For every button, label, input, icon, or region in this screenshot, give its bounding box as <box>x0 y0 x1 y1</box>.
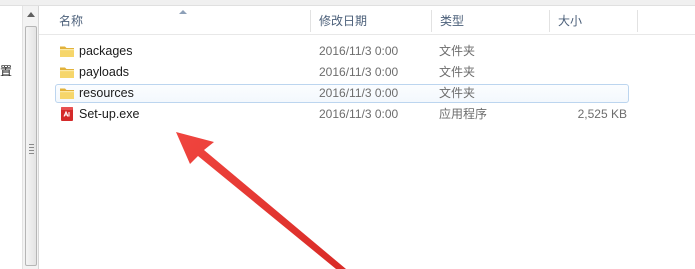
file-row-resources[interactable]: resources 2016/11/3 0:00 文件夹 <box>39 83 695 104</box>
file-name: resources <box>79 86 134 100</box>
column-header-type[interactable]: 类型 <box>434 6 464 35</box>
sort-ascending-icon <box>179 10 187 14</box>
column-divider[interactable] <box>637 10 638 32</box>
folder-icon <box>60 46 74 57</box>
scrollbar-grip-icon <box>29 144 34 156</box>
scrollbar-thumb[interactable] <box>25 26 37 266</box>
file-size <box>552 62 627 83</box>
column-header-size[interactable]: 大小 <box>552 6 582 35</box>
column-divider[interactable] <box>310 10 311 32</box>
file-type: 文件夹 <box>439 86 476 100</box>
file-type: 文件夹 <box>439 44 476 58</box>
column-header-bar: 名称 修改日期 类型 大小 <box>39 6 695 35</box>
adobe-setup-icon <box>61 107 73 121</box>
file-list: packages 2016/11/3 0:00 文件夹 payloads 201… <box>39 41 695 125</box>
column-divider[interactable] <box>549 10 550 32</box>
file-type: 应用程序 <box>439 107 488 121</box>
file-name: packages <box>79 44 133 58</box>
folder-icon <box>60 88 74 99</box>
file-name: Set-up.exe <box>79 107 140 121</box>
file-date: 2016/11/3 0:00 <box>319 86 399 100</box>
nav-pane-scrollbar[interactable] <box>22 6 39 269</box>
column-header-date[interactable]: 修改日期 <box>313 6 367 35</box>
column-header-name[interactable]: 名称 <box>53 6 83 35</box>
scroll-up-arrow-icon[interactable] <box>27 12 35 17</box>
folder-icon <box>60 67 74 78</box>
file-size <box>552 41 627 62</box>
nav-item-location-label[interactable]: 位置 <box>0 62 12 79</box>
file-date: 2016/11/3 0:00 <box>319 107 399 121</box>
file-size: 2,525 KB <box>577 107 627 121</box>
file-row-setup-exe[interactable]: Set-up.exe 2016/11/3 0:00 应用程序 2,525 KB <box>39 104 695 125</box>
column-divider[interactable] <box>431 10 432 32</box>
file-name: payloads <box>79 65 130 79</box>
navigation-pane[interactable]: 位置 <box>0 6 22 269</box>
file-row-packages[interactable]: packages 2016/11/3 0:00 文件夹 <box>39 41 695 62</box>
file-type: 文件夹 <box>439 65 476 79</box>
file-size <box>552 83 627 104</box>
file-row-payloads[interactable]: payloads 2016/11/3 0:00 文件夹 <box>39 62 695 83</box>
file-date: 2016/11/3 0:00 <box>319 44 399 58</box>
file-date: 2016/11/3 0:00 <box>319 65 399 79</box>
